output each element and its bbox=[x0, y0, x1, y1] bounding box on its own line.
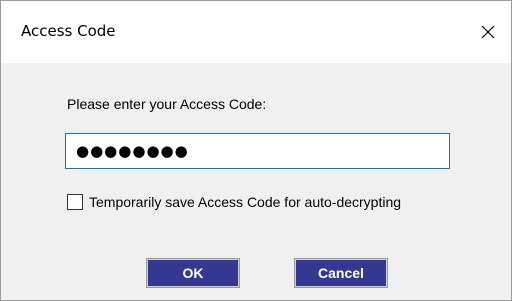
access-code-prompt: Please enter your Access Code: bbox=[67, 96, 267, 112]
dialog-title: Access Code bbox=[21, 22, 116, 40]
ok-button[interactable]: OK bbox=[146, 258, 240, 288]
close-button[interactable] bbox=[465, 1, 511, 63]
save-access-code-label[interactable]: Temporarily save Access Code for auto-de… bbox=[89, 194, 401, 210]
close-icon bbox=[481, 25, 495, 39]
title-bar: Access Code bbox=[1, 1, 511, 63]
cancel-button[interactable]: Cancel bbox=[294, 258, 388, 288]
save-access-code-checkbox[interactable] bbox=[67, 194, 83, 210]
access-code-input[interactable] bbox=[65, 133, 450, 169]
access-code-dialog: Access Code Please enter your Access Cod… bbox=[0, 0, 512, 301]
save-access-code-option[interactable]: Temporarily save Access Code for auto-de… bbox=[67, 192, 401, 212]
